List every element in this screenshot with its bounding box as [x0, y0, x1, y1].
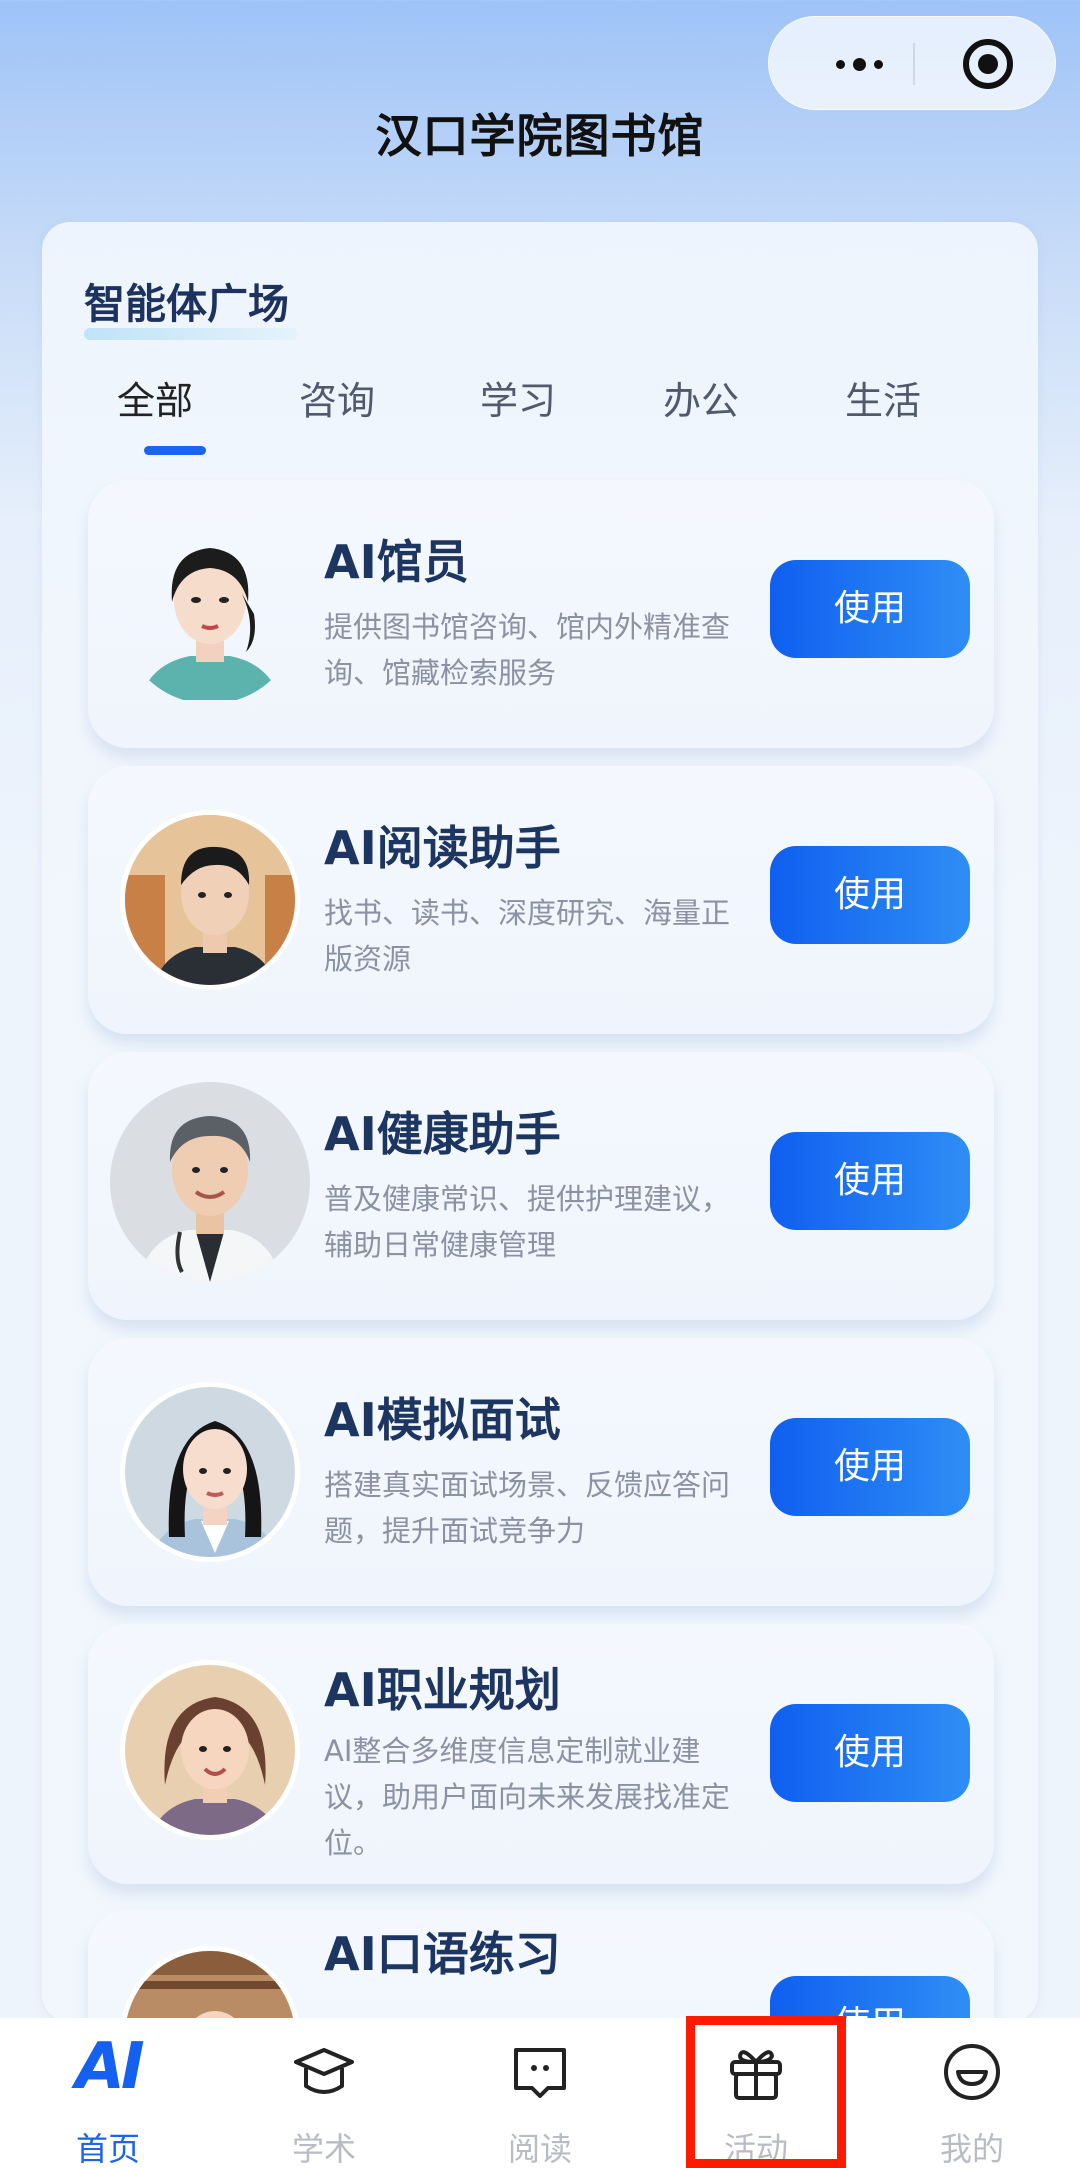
capsule-divider: [913, 43, 915, 85]
agent-name: AI馆员: [324, 535, 469, 589]
agent-description: 搭建真实面试场景、反馈应答问题，提升面试竞争力: [324, 1468, 731, 1548]
nav-item-home[interactable]: AI 首页: [0, 2018, 216, 2168]
use-button[interactable]: 使用: [770, 1704, 970, 1802]
book-icon: [514, 2048, 566, 2098]
smiley-icon: [944, 2044, 1000, 2100]
use-button[interactable]: 使用: [770, 1132, 970, 1230]
nav-item-reading[interactable]: 阅读: [432, 2018, 648, 2168]
avatar: [120, 1382, 300, 1562]
agent-description: AI整合多维度信息定制就业建议，助用户面向未来发展找准定位。: [324, 1734, 731, 1860]
tab-consult[interactable]: 咨询: [272, 370, 402, 425]
bottom-nav: AI 首页 学术 阅读 活动 我的: [0, 2018, 1080, 2168]
nav-item-academic[interactable]: 学术: [216, 2018, 432, 2168]
tab-office[interactable]: 办公: [636, 370, 766, 425]
use-button[interactable]: 使用: [770, 846, 970, 944]
agent-name: AI健康助手: [324, 1107, 561, 1161]
nav-label: 首页: [75, 2130, 140, 2168]
use-button[interactable]: 使用: [770, 560, 970, 658]
miniprogram-capsule: [768, 16, 1056, 110]
nav-label: 学术: [291, 2130, 356, 2168]
agent-description: 普及健康常识、提供护理建议，辅助日常健康管理: [324, 1182, 731, 1262]
agent-card-reading[interactable]: AI阅读助手 找书、读书、深度研究、海量正版资源 使用: [88, 766, 994, 1034]
agent-name: AI口语练习: [324, 1927, 561, 1981]
page-title: 汉口学院图书馆: [375, 109, 705, 163]
agent-name: AI阅读助手: [324, 821, 561, 875]
tab-study[interactable]: 学习: [453, 370, 583, 425]
agent-description: 找书、读书、深度研究、海量正版资源: [324, 896, 731, 976]
section-title: 智能体广场: [84, 280, 289, 328]
highlight-box: [686, 2016, 846, 2168]
avatar: [120, 1660, 300, 1840]
agent-name: AI模拟面试: [324, 1393, 561, 1447]
avatar: [120, 524, 300, 704]
agent-card-career[interactable]: AI职业规划 AI整合多维度信息定制就业建议，助用户面向未来发展找准定位。 使用: [88, 1624, 994, 1884]
avatar: [110, 1082, 310, 1282]
agent-card-librarian[interactable]: AI馆员 提供图书馆咨询、馆内外精准查询、馆藏检索服务 使用: [88, 480, 994, 748]
active-tab-indicator: [144, 446, 206, 455]
nav-label: 我的: [939, 2130, 1004, 2168]
category-tabs: 全部 咨询 学习 办公 生活: [110, 370, 970, 430]
agent-card-interview[interactable]: AI模拟面试 搭建真实面试场景、反馈应答问题，提升面试竞争力 使用: [88, 1338, 994, 1606]
close-miniprogram-icon[interactable]: [963, 39, 1013, 89]
agent-description: 提供图书馆咨询、馆内外精准查询、馆藏检索服务: [324, 610, 731, 690]
agent-card-health[interactable]: AI健康助手 普及健康常识、提供护理建议，辅助日常健康管理 使用: [88, 1052, 994, 1320]
nav-label: 阅读: [507, 2130, 572, 2168]
agent-name: AI职业规划: [324, 1663, 561, 1717]
tab-life[interactable]: 生活: [818, 370, 948, 425]
ai-logo-icon: AI: [75, 2030, 144, 2104]
use-button[interactable]: 使用: [770, 1418, 970, 1516]
tab-all[interactable]: 全部: [90, 370, 220, 425]
graduation-cap-icon: [294, 2048, 354, 2094]
avatar: [120, 810, 300, 990]
more-menu-icon[interactable]: [809, 17, 909, 111]
nav-item-mine[interactable]: 我的: [864, 2018, 1080, 2168]
